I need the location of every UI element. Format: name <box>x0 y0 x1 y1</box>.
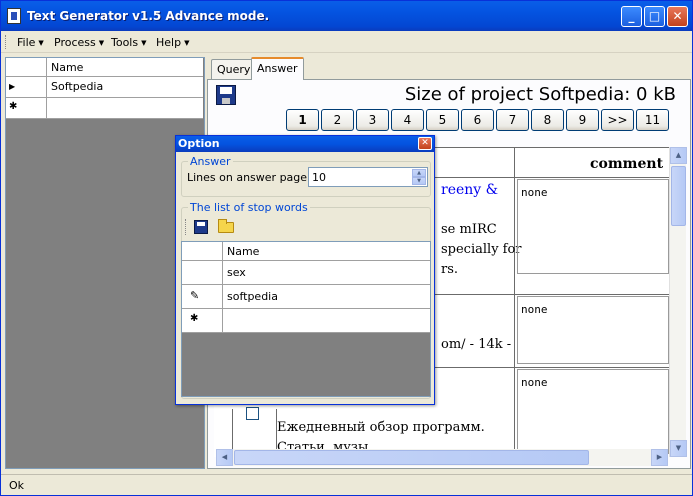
horizontal-scrollbar[interactable]: ◀ ▶ <box>216 449 668 466</box>
page-button-1[interactable]: 1 <box>286 109 319 131</box>
result-text: se mIRC <box>441 222 497 237</box>
dialog-title: Option <box>178 137 220 150</box>
column-header-name[interactable]: Name <box>223 242 430 260</box>
app-icon <box>7 8 21 24</box>
lines-per-page-stepper[interactable]: 10 ▲ ▼ <box>308 167 428 187</box>
comment-box[interactable]: none <box>517 179 669 274</box>
table-row[interactable]: sex <box>182 261 430 285</box>
dialog-close-icon[interactable]: ✕ <box>418 137 432 150</box>
stop-word-cell[interactable] <box>223 309 430 332</box>
stop-words-legend: The list of stop words <box>188 201 310 214</box>
comment-box[interactable]: none <box>517 296 669 364</box>
comment-header: comment <box>590 156 664 172</box>
edit-row-icon: ✎ <box>182 285 223 308</box>
page-button-6[interactable]: 6 <box>461 109 494 131</box>
menu-file[interactable]: File ▼ <box>17 36 44 49</box>
open-folder-icon[interactable] <box>218 219 234 233</box>
result-text: rs. <box>441 262 459 277</box>
stop-words-toolbar <box>181 215 431 239</box>
page-button-4[interactable]: 4 <box>391 109 424 131</box>
row-header-cell <box>182 242 223 260</box>
maximize-button[interactable]: □ <box>644 6 665 27</box>
stop-words-grid[interactable]: Name sex ✎ softpedia ✱ <box>181 241 431 397</box>
lines-per-page-value: 10 <box>312 171 326 184</box>
result-text: Ежедневный обзор программ. <box>277 420 485 435</box>
new-row-icon: ✱ <box>6 98 47 118</box>
horizontal-scroll-thumb[interactable] <box>234 450 589 465</box>
scroll-up-icon[interactable]: ▲ <box>670 147 687 164</box>
page-button-8[interactable]: 8 <box>531 109 564 131</box>
close-button[interactable]: ✕ <box>667 6 688 27</box>
menu-help-label: Help <box>156 36 182 49</box>
current-row-icon: ▶ <box>6 77 47 97</box>
status-text: Ok <box>9 479 25 492</box>
stepper-down-icon[interactable]: ▼ <box>412 177 426 185</box>
page-button-9[interactable]: 9 <box>566 109 599 131</box>
menu-help[interactable]: Help ▼ <box>156 36 189 49</box>
stop-word-cell[interactable]: sex <box>223 261 430 284</box>
status-bar: Ok <box>1 474 692 495</box>
table-border <box>514 147 515 457</box>
scroll-down-icon[interactable]: ▼ <box>670 440 687 457</box>
dialog-title-bar[interactable]: Option ✕ <box>176 136 434 152</box>
menu-tools[interactable]: Tools ▼ <box>111 36 147 49</box>
answer-group-legend: Answer <box>188 155 233 168</box>
vertical-scrollbar[interactable]: ▲ ▼ <box>669 147 687 457</box>
vertical-scroll-thumb[interactable] <box>671 166 686 226</box>
menu-tools-label: Tools <box>111 36 139 49</box>
new-row-icon: ✱ <box>182 309 223 332</box>
comment-box[interactable]: none <box>517 369 669 454</box>
page-button-2[interactable]: 2 <box>321 109 354 131</box>
menu-arrow-icon: ▼ <box>98 39 105 47</box>
stop-word-cell[interactable]: softpedia <box>223 285 430 308</box>
table-row[interactable]: ✱ <box>6 98 203 119</box>
window-title: Text Generator v1.5 Advance mode. <box>27 9 270 23</box>
scroll-right-icon[interactable]: ▶ <box>651 449 668 466</box>
result-text: om/ - 14k - <box>441 337 512 352</box>
project-name-cell[interactable]: Softpedia <box>47 77 203 97</box>
title-bar[interactable]: Text Generator v1.5 Advance mode. _ □ ✕ <box>1 1 692 31</box>
minimize-button[interactable]: _ <box>621 6 642 27</box>
lines-per-page-label: Lines on answer page: <box>187 171 311 184</box>
page-button-next[interactable]: >> <box>601 109 634 131</box>
main-window: Text Generator v1.5 Advance mode. _ □ ✕ … <box>0 0 693 496</box>
row-marker <box>182 261 223 284</box>
save-icon[interactable] <box>194 220 208 234</box>
stop-words-header: Name <box>182 242 430 261</box>
new-row-cell[interactable] <box>47 98 203 118</box>
menu-arrow-icon: ▼ <box>141 39 147 47</box>
table-row[interactable]: ✎ softpedia <box>182 285 430 309</box>
stepper-up-icon[interactable]: ▲ <box>412 169 426 177</box>
page-button-5[interactable]: 5 <box>426 109 459 131</box>
menu-process-label: Process <box>54 36 96 49</box>
column-header-name[interactable]: Name <box>47 58 203 76</box>
menu-bar: File ▼ Process ▼ Tools ▼ Help ▼ <box>1 31 692 53</box>
page-button-11[interactable]: 11 <box>636 109 669 131</box>
table-row[interactable]: ▶ Softpedia <box>6 77 203 98</box>
table-row[interactable]: ✱ <box>182 309 430 333</box>
menu-file-label: File <box>17 36 36 49</box>
menu-arrow-icon: ▼ <box>38 39 44 47</box>
project-size-label: Size of project Softpedia: 0 kB <box>404 84 676 105</box>
toolbar-grip-icon <box>5 35 8 49</box>
result-text: specially for <box>441 242 522 257</box>
toolbar-grip-icon <box>185 219 186 235</box>
tab-query[interactable]: Query <box>211 59 257 79</box>
page-button-3[interactable]: 3 <box>356 109 389 131</box>
save-icon[interactable] <box>216 85 236 105</box>
page-button-7[interactable]: 7 <box>496 109 529 131</box>
menu-arrow-icon: ▼ <box>184 39 190 47</box>
scroll-left-icon[interactable]: ◀ <box>216 449 233 466</box>
menu-process[interactable]: Process ▼ <box>54 36 104 49</box>
project-grid-header: Name <box>6 58 203 77</box>
stepper-buttons: ▲ ▼ <box>412 169 426 185</box>
result-link[interactable]: reeny & <box>441 182 498 198</box>
row-header-cell <box>6 58 47 76</box>
tab-answer[interactable]: Answer <box>251 57 304 80</box>
result-checkbox[interactable] <box>246 407 259 420</box>
